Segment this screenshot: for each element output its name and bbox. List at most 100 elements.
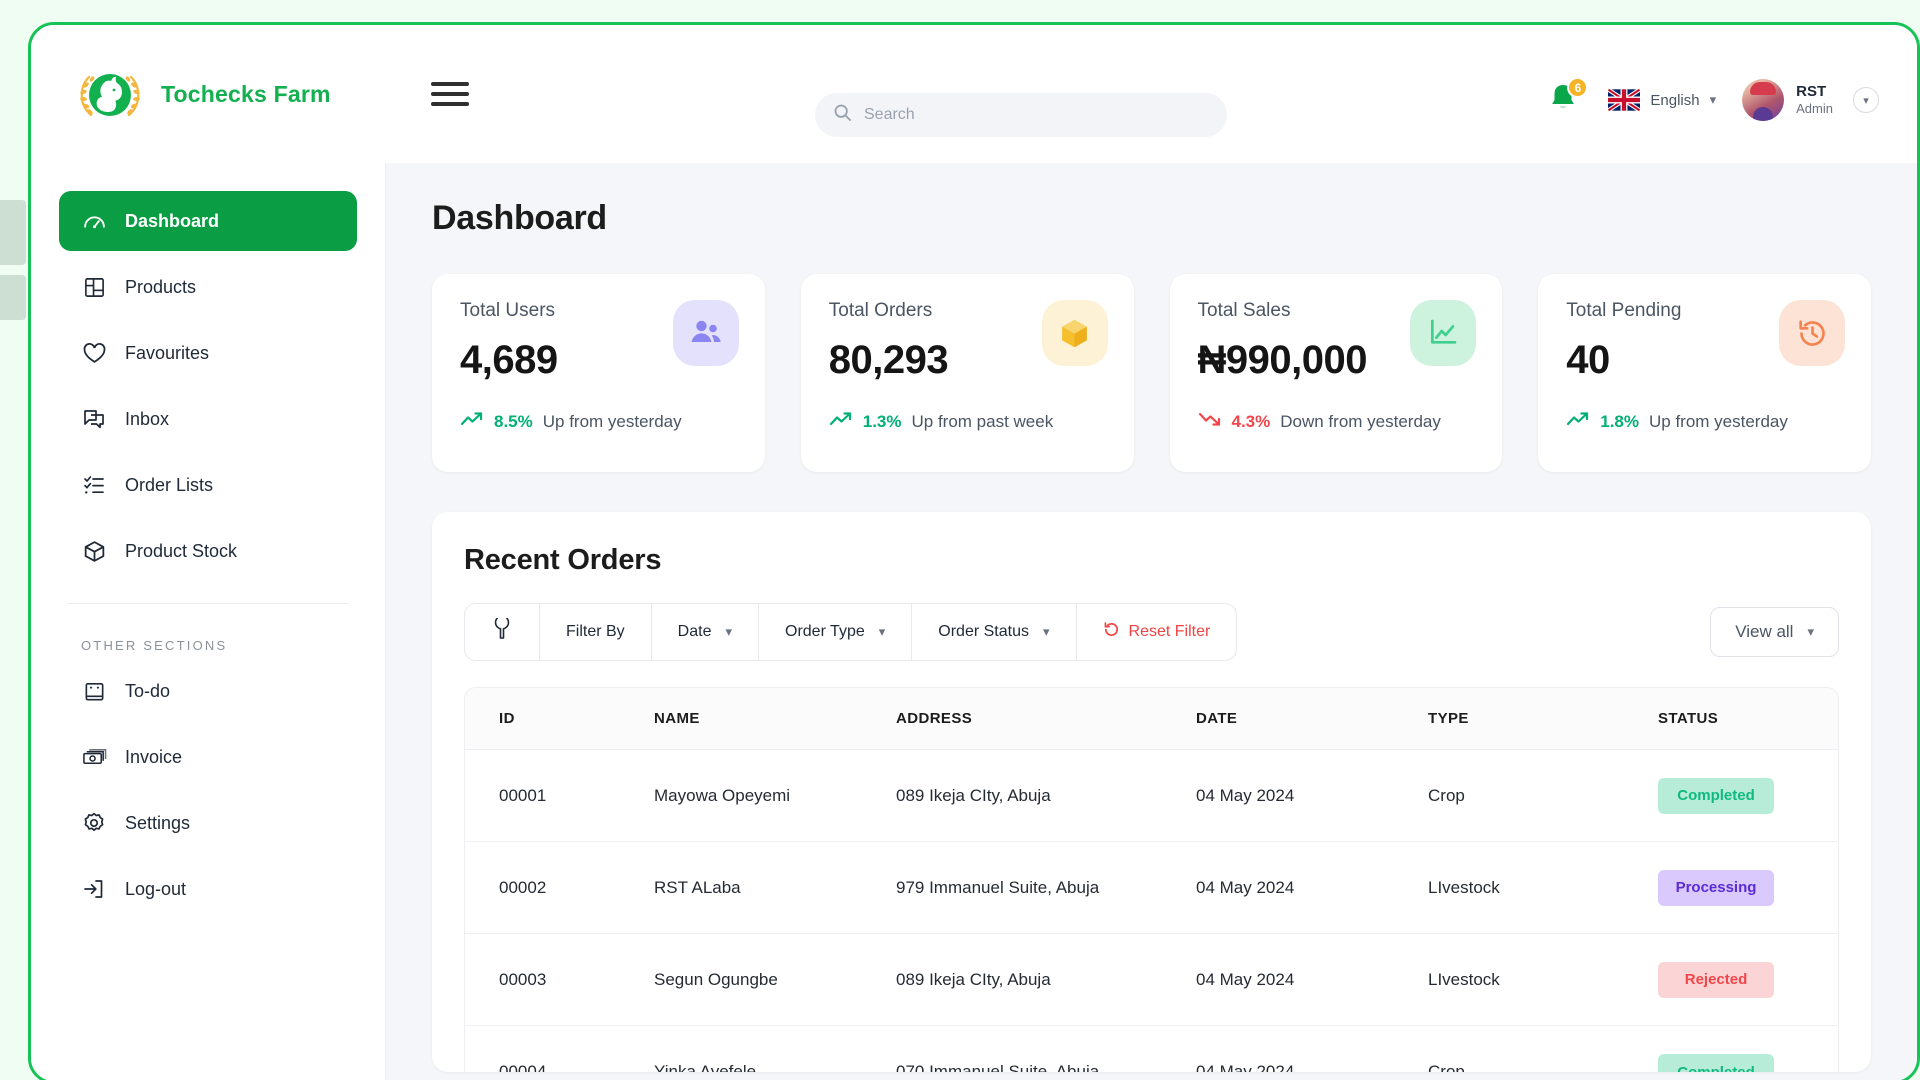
line-chart-icon [1410, 300, 1477, 366]
left-edge-handle-secondary[interactable] [0, 275, 26, 320]
search-input[interactable] [864, 106, 1209, 124]
gear-icon [81, 810, 107, 836]
table-row[interactable]: 00001 Mayowa Opeyemi 089 Ikeja CIty, Abu… [465, 750, 1838, 842]
stat-card-delta-text: Down from yesterday [1280, 411, 1441, 431]
filter-order-status-dropdown[interactable]: Order Status ▾ [912, 604, 1077, 660]
sidebar-item-label: Settings [125, 812, 191, 833]
cell-address: 070 Immanuel Suite, Abuja [896, 1062, 1100, 1072]
status-badge: Completed [1658, 1054, 1774, 1072]
sidebar-item-to-do[interactable]: To-do [59, 661, 357, 721]
page-title: Dashboard [432, 199, 607, 237]
search-bar[interactable] [815, 93, 1227, 137]
notifications-button[interactable]: 6 [1548, 77, 1589, 119]
sidebar-item-inbox[interactable]: Inbox [59, 389, 357, 449]
stat-card-delta: 1.8% Up from yesterday [1566, 411, 1843, 432]
farm-laurel-logo-icon [73, 57, 147, 131]
stat-card-delta-pct: 1.8% [1600, 411, 1639, 431]
language-selector[interactable]: English ▾ [1608, 89, 1716, 111]
filter-by-label: Filter By [540, 604, 652, 660]
search-icon [833, 103, 852, 127]
cell-name: RST ALaba [654, 877, 741, 897]
cell-name: Mayowa Opeyemi [654, 785, 791, 805]
cell-date: 04 May 2024 [1196, 969, 1295, 989]
avatar [1742, 79, 1785, 121]
cell-id: 00004 [499, 1062, 547, 1072]
sidebar-item-favourites[interactable]: Favourites [59, 323, 357, 383]
cell-id: 00001 [499, 785, 547, 805]
sidebar-item-label: Product Stock [125, 540, 238, 561]
filter-bar: Filter By Date ▾ Order Type ▾ Order Stat… [464, 603, 1238, 661]
sidebar-item-product-stock[interactable]: Product Stock [59, 521, 357, 581]
panel-title: Recent Orders [464, 544, 662, 576]
cell-name: Yinka Ayefele [654, 1062, 757, 1072]
chevron-down-icon: ▾ [878, 624, 886, 639]
filter-order-status-label: Order Status [938, 623, 1029, 640]
trend-down-icon [1198, 411, 1222, 432]
users-icon [672, 300, 739, 366]
stat-card-total-sales[interactable]: Total Sales ₦990,000 4.3% Down from yest… [1169, 274, 1503, 472]
column-header-address: ADDRESS [896, 710, 973, 727]
speedometer-icon [81, 208, 107, 234]
sidebar-item-products[interactable]: Products [59, 257, 357, 317]
app-window: Tochecks Farm 6 [28, 22, 1920, 1080]
stat-card-delta-text: Up from yesterday [1649, 411, 1788, 431]
cell-type: Crop [1428, 1062, 1465, 1072]
sidebar-item-order-lists[interactable]: Order Lists [59, 455, 357, 515]
funnel-icon-cell[interactable] [465, 604, 540, 660]
sidebar-item-label: Products [125, 276, 197, 297]
chat-icon [81, 406, 107, 432]
sidebar-item-settings[interactable]: Settings [59, 793, 357, 853]
chevron-down-icon: ▾ [1042, 624, 1050, 639]
status-badge: Completed [1658, 777, 1774, 814]
box-3d-icon [1041, 300, 1108, 366]
column-header-date: DATE [1196, 710, 1238, 727]
calendar-icon [81, 678, 107, 704]
stat-card-total-users[interactable]: Total Users 4,689 8.5% Up from yesterday [432, 274, 765, 472]
stat-card-total-orders[interactable]: Total Orders 80,293 1.3% Up from past we… [800, 274, 1134, 472]
view-all-button[interactable]: View all ▾ [1710, 607, 1839, 657]
main-content: Dashboard Total Users 4,689 8.5% Up from… [386, 163, 1917, 1080]
column-header-status: STATUS [1658, 710, 1719, 727]
profile-role: Admin [1796, 101, 1833, 117]
filter-date-label: Date [677, 623, 712, 640]
stat-card-total-pending[interactable]: Total Pending 40 1.8% Up from yesterday [1538, 274, 1871, 472]
view-all-label: View all [1735, 622, 1794, 641]
table-header-row: ID NAME ADDRESS DATE TYPE STATUS [465, 688, 1838, 750]
column-header-type: TYPE [1428, 710, 1469, 727]
stat-card-delta-pct: 8.5% [494, 411, 533, 431]
stat-card-delta: 8.5% Up from yesterday [460, 411, 737, 432]
cell-status: Completed [1644, 777, 1838, 814]
profile-menu[interactable]: RST Admin ▾ [1742, 79, 1879, 121]
filter-order-type-dropdown[interactable]: Order Type ▾ [759, 604, 913, 660]
cell-type: LIvestock [1428, 969, 1500, 989]
filter-row: Filter By Date ▾ Order Type ▾ Order Stat… [464, 603, 1839, 661]
recent-orders-panel: Recent Orders Filter By Date ▾ Order Typ… [432, 512, 1871, 1072]
table-row[interactable]: 00003 Segun Ogungbe 089 Ikeja CIty, Abuj… [465, 934, 1838, 1026]
notification-badge: 6 [1567, 77, 1589, 98]
reset-filter-label: Reset Filter [1128, 623, 1211, 640]
left-edge-handle[interactable] [0, 200, 26, 265]
brand-name: Tochecks Farm [161, 80, 331, 107]
heart-icon [81, 340, 107, 366]
sidebar-item-dashboard[interactable]: Dashboard [59, 191, 357, 251]
stat-card-delta-pct: 4.3% [1231, 411, 1271, 431]
chevron-down-icon: ▾ [1807, 624, 1814, 639]
brand[interactable]: Tochecks Farm [73, 57, 373, 131]
cell-date: 04 May 2024 [1196, 877, 1295, 897]
trend-up-icon [1566, 411, 1590, 432]
sidebar-item-invoice[interactable]: Invoice [59, 727, 357, 787]
stat-card-delta-text: Up from yesterday [542, 411, 682, 431]
top-bar: Tochecks Farm 6 [31, 25, 1917, 163]
profile-name: RST [1796, 82, 1827, 100]
table-row[interactable]: 00002 RST ALaba 979 Immanuel Suite, Abuj… [465, 842, 1838, 934]
hamburger-menu-icon[interactable] [431, 76, 469, 112]
filter-date-dropdown[interactable]: Date ▾ [652, 604, 759, 660]
trend-up-icon [460, 411, 484, 432]
table-row[interactable]: 00004 Yinka Ayefele 070 Immanuel Suite, … [465, 1026, 1838, 1072]
reset-filter-button[interactable]: Reset Filter [1077, 604, 1237, 660]
filter-order-type-label: Order Type [785, 623, 865, 640]
sidebar-item-log-out[interactable]: Log-out [59, 859, 357, 919]
sidebar-item-label: Inbox [125, 408, 170, 429]
cell-date: 04 May 2024 [1196, 785, 1295, 805]
profile-chevron-down-icon[interactable]: ▾ [1853, 87, 1879, 113]
